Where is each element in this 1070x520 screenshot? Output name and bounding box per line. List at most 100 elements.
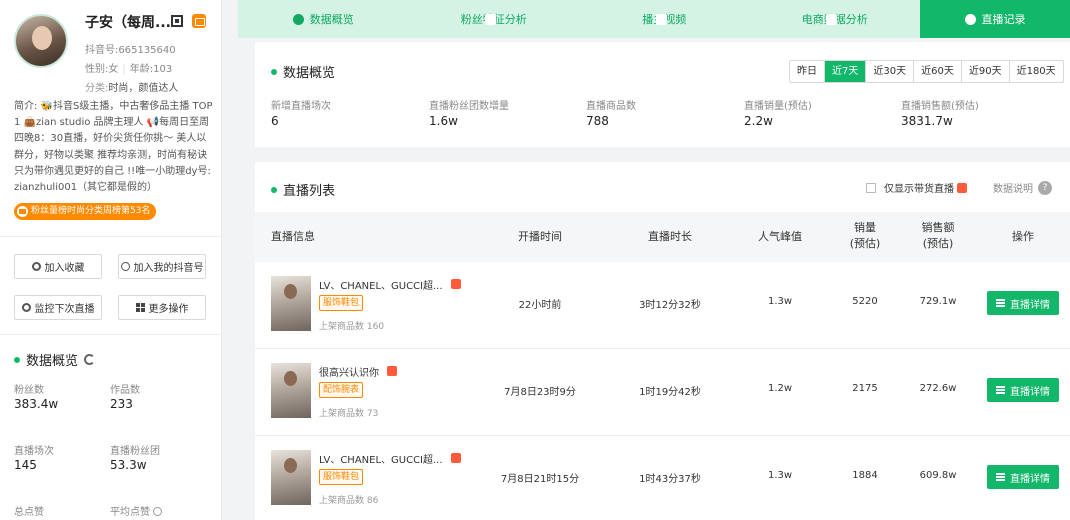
pie-chart-icon <box>292 13 304 25</box>
start-time: 22小时前 <box>518 300 562 311</box>
live-list-title: 直播列表 <box>271 180 335 199</box>
rank-badge-text: 粉丝量榜时尚分类周榜第53名 <box>31 206 151 216</box>
live-thumbnail[interactable] <box>271 276 311 331</box>
period-30d[interactable]: 近30天 <box>866 61 915 82</box>
col-duration: 直播时长 <box>648 230 692 243</box>
favorite-button[interactable]: 加入收藏 <box>14 254 102 279</box>
product-count: 上架商品数 160 <box>319 322 385 332</box>
shop-icon <box>826 13 838 25</box>
profile-name: 子安（每周... <box>85 15 171 31</box>
gender-age: 性别:女 | 年龄:103 <box>85 60 172 75</box>
live-title[interactable]: 很高兴认识你 <box>319 364 397 379</box>
clock-icon <box>964 13 976 25</box>
category: 分类:时尚，颜值达人 <box>85 79 178 94</box>
live-thumbnail[interactable] <box>271 450 311 505</box>
monitor-button[interactable]: 监控下次直播 <box>14 295 102 320</box>
period-yesterday[interactable]: 昨日 <box>790 61 825 82</box>
refresh-icon[interactable] <box>84 354 96 365</box>
list-icon <box>996 386 1005 394</box>
overview-title-text: 数据概览 <box>283 66 336 81</box>
sales: 5220 <box>852 296 878 307</box>
live-title[interactable]: LV、CHANEL、GUCCI超... <box>319 451 461 466</box>
category-tag: 配饰腕表 <box>319 382 364 398</box>
gmv: 729.1w <box>919 296 957 307</box>
start-time: 7月8日21时15分 <box>500 474 580 485</box>
favorite-icon <box>31 262 41 271</box>
side-overview-title: 数据概览 <box>14 350 96 369</box>
grid-icon <box>135 303 145 312</box>
tab-data-overview[interactable]: 数据概览 <box>238 0 409 38</box>
live-detail-label: 直播详情 <box>1010 386 1050 398</box>
live-list-card: 直播列表 仅显示带货直播 数据说明? 直播信息 开播时间 直播时长 人气峰值 销… <box>255 162 1070 520</box>
product-count: 上架商品数 73 <box>319 409 379 419</box>
commerce-only-checkbox[interactable] <box>866 182 876 193</box>
bullet-icon <box>14 356 20 363</box>
live-title[interactable]: LV、CHANEL、GUCCI超... <box>319 277 461 292</box>
period-90d[interactable]: 近90天 <box>961 61 1010 82</box>
col-sales-line2: (预估) <box>849 237 881 250</box>
bullet-icon <box>271 68 277 75</box>
live-title-text: LV、CHANEL、GUCCI超... <box>319 455 443 466</box>
shop-icon[interactable] <box>192 14 206 28</box>
metric-label: 直播销售额(预估) <box>901 101 979 112</box>
duration: 1时19分42秒 <box>639 387 701 398</box>
overview-title: 数据概览 <box>271 62 335 81</box>
peak-viewers: 1.2w <box>767 383 793 394</box>
commerce-only-filter[interactable]: 仅显示带货直播 <box>866 180 967 195</box>
peak-viewers: 1.3w <box>767 296 793 307</box>
question-icon: ? <box>1038 180 1052 195</box>
qr-code-icon[interactable] <box>171 15 183 27</box>
tab-label: 数据概览 <box>309 13 354 26</box>
stat-value: 233 <box>110 397 133 411</box>
add-douyin-label: 加入我的抖音号 <box>133 263 204 274</box>
col-gmv: 销售额 (预估) <box>908 220 968 252</box>
gmv: 609.8w <box>919 470 957 481</box>
more-actions-label: 更多操作 <box>148 304 189 315</box>
live-thumbnail[interactable] <box>271 363 311 418</box>
stat-label: 总点赞 <box>14 507 44 518</box>
help-label: 数据说明 <box>993 184 1033 195</box>
live-detail-button[interactable]: 直播详情 <box>987 465 1059 489</box>
metric-value: 788 <box>586 114 609 128</box>
category-tag: 服饰鞋包 <box>319 295 364 311</box>
tab-fan-analysis[interactable]: 粉丝特征分析 <box>409 0 580 38</box>
period-180d[interactable]: 近180天 <box>1009 61 1063 82</box>
stat-label-with-help: 平均点赞 <box>110 503 162 518</box>
metric-label: 直播销量(预估) <box>744 101 812 112</box>
period-7d[interactable]: 近7天 <box>825 61 867 82</box>
profile-sidebar: 子安（每周... 抖音号:665135640 性别:女 | 年龄:103 分类:时尚… <box>0 0 222 520</box>
live-title-text: 很高兴认识你 <box>319 368 379 379</box>
main-tabs: 数据概览 粉丝特征分析 播主视频 电商数据分析 直播记录 <box>238 0 1070 38</box>
rank-badge[interactable]: 粉丝量榜时尚分类周榜第53名 <box>14 203 157 220</box>
metric-value: 1.6w <box>429 114 458 128</box>
col-info: 直播信息 <box>271 230 315 243</box>
list-icon <box>996 473 1005 481</box>
live-detail-button[interactable]: 直播详情 <box>987 291 1059 315</box>
profile-bio: 简介: 🐝抖音S级主播，中古奢侈品主播 TOP1 👜zian studio 品牌… <box>14 101 213 194</box>
period-60d[interactable]: 近60天 <box>914 61 962 82</box>
add-douyin-button[interactable]: 加入我的抖音号 <box>118 254 206 279</box>
col-peak: 人气峰值 <box>758 230 802 243</box>
filter-label: 仅显示带货直播 <box>884 184 954 195</box>
tab-live-records[interactable]: 直播记录 <box>920 0 1070 38</box>
age: 年龄:103 <box>129 64 173 75</box>
metric-value: 6 <box>271 114 279 128</box>
data-help-link[interactable]: 数据说明? <box>993 180 1052 195</box>
divider <box>0 236 222 237</box>
tab-videos[interactable]: 播主视频 <box>579 0 750 38</box>
list-icon <box>996 299 1005 307</box>
sales: 1884 <box>852 470 878 481</box>
video-icon <box>655 13 667 25</box>
bullet-icon <box>271 186 277 193</box>
avatar[interactable] <box>14 14 68 68</box>
live-detail-button[interactable]: 直播详情 <box>987 378 1059 402</box>
category-value: 时尚，颜值达人 <box>108 83 179 94</box>
help-icon[interactable] <box>153 507 162 516</box>
col-op: 操作 <box>1012 230 1034 243</box>
stat-value: 383.4w <box>14 397 59 411</box>
tab-label: 直播记录 <box>981 13 1026 26</box>
divider <box>0 334 222 335</box>
gender: 性别:女 <box>85 64 119 75</box>
more-actions-button[interactable]: 更多操作 <box>118 295 206 320</box>
tab-ecommerce[interactable]: 电商数据分析 <box>750 0 921 38</box>
